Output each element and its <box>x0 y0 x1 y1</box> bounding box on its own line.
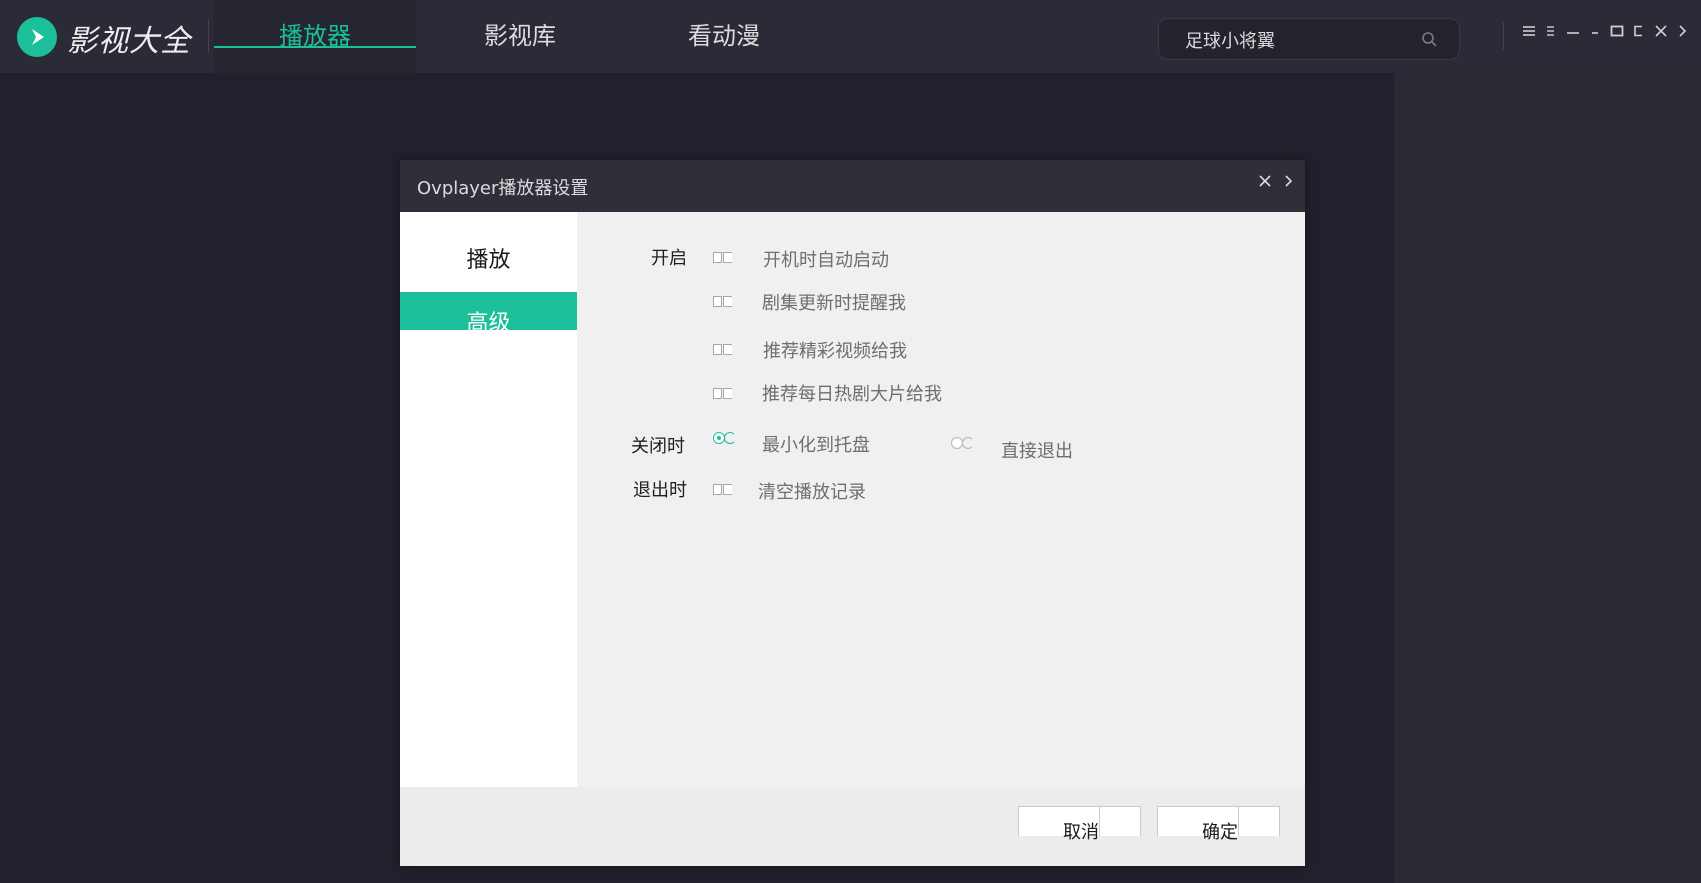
minimize-icon[interactable] <box>1586 22 1604 40</box>
checkbox-recommend-videos[interactable] <box>713 344 733 356</box>
mini-mode-icon[interactable] <box>1564 22 1582 40</box>
dialog-chevron-right-icon[interactable] <box>1282 174 1296 188</box>
checkbox-notify-update[interactable] <box>713 296 733 308</box>
chevron-right-icon[interactable] <box>1674 22 1692 40</box>
app-logo-icon[interactable] <box>17 17 57 57</box>
settings-sidebar: 播放 高级 <box>400 212 577 787</box>
tab-anime[interactable]: 看动漫 <box>623 0 825 73</box>
dialog-close-icon[interactable] <box>1258 174 1272 188</box>
sidebar-item-advanced[interactable]: 高级 <box>400 292 577 330</box>
list-icon[interactable] <box>1542 22 1560 40</box>
window-controls-divider <box>1503 22 1504 50</box>
tab-video-library[interactable]: 影视库 <box>419 0 621 73</box>
restore-icon[interactable] <box>1630 22 1648 40</box>
app-brand-title: 影视大全 <box>67 24 191 59</box>
radio-minimize-tray[interactable] <box>713 432 736 446</box>
settings-dialog: Ovplayer播放器设置 播放 高级 开启 开机时自动启动 剧集更新时提醒我 … <box>400 160 1305 866</box>
cancel-button[interactable]: 取消 <box>1018 806 1100 843</box>
top-bar: 影视大全 播放器 影视库 看动漫 <box>0 0 1701 73</box>
search-input[interactable] <box>1183 19 1417 61</box>
dialog-header: Ovplayer播放器设置 <box>400 160 1305 212</box>
ok-button[interactable]: 确定 <box>1157 806 1239 843</box>
option-minimize-tray[interactable]: 最小化到托盘 <box>762 431 870 457</box>
label-on-close: 关闭时 <box>631 436 685 457</box>
option-exit-directly[interactable]: 直接退出 <box>1001 437 1073 463</box>
radio-exit-directly[interactable] <box>951 437 974 451</box>
close-icon[interactable] <box>1652 22 1670 40</box>
search-box[interactable] <box>1158 18 1460 61</box>
label-on-exit: 退出时 <box>633 480 687 501</box>
maximize-icon[interactable] <box>1608 22 1626 40</box>
checkbox-recommend-daily[interactable] <box>713 388 733 400</box>
search-icon[interactable] <box>1421 31 1437 47</box>
ok-button-extension[interactable] <box>1239 806 1280 836</box>
tab-player[interactable]: 播放器 <box>214 0 416 73</box>
checkbox-auto-start[interactable] <box>713 252 733 264</box>
label-startup: 开启 <box>651 248 687 269</box>
settings-content: 开启 开机时自动启动 剧集更新时提醒我 推荐精彩视频给我 推荐每日热剧大片给我 … <box>577 212 1305 787</box>
option-auto-start[interactable]: 开机时自动启动 <box>763 246 889 272</box>
sidebar-item-playback[interactable]: 播放 <box>400 242 577 280</box>
cancel-button-extension[interactable] <box>1100 806 1141 836</box>
header-divider <box>208 20 209 52</box>
right-side-panel <box>1394 73 1701 883</box>
option-notify-update[interactable]: 剧集更新时提醒我 <box>762 289 906 315</box>
option-recommend-daily[interactable]: 推荐每日热剧大片给我 <box>762 380 942 406</box>
checkbox-clear-history[interactable] <box>713 484 733 496</box>
menu-icon[interactable] <box>1520 22 1538 40</box>
option-clear-history[interactable]: 清空播放记录 <box>758 478 866 504</box>
dialog-title: Ovplayer播放器设置 <box>417 178 589 199</box>
option-recommend-videos[interactable]: 推荐精彩视频给我 <box>763 337 907 363</box>
